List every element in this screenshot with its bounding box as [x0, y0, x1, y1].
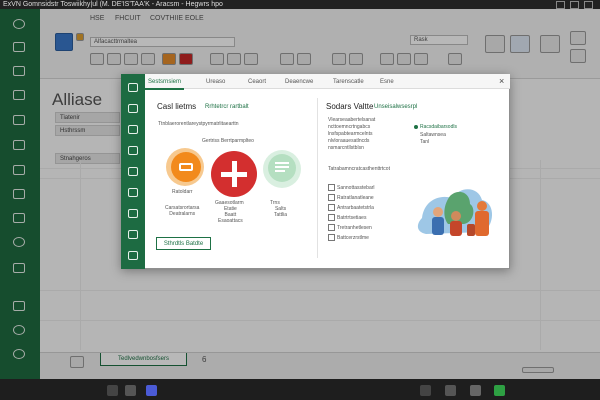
- recent-item[interactable]: Ratratlanatleane: [328, 194, 414, 202]
- minimize-icon[interactable]: [556, 1, 565, 9]
- right-section-heading: Sodars Valtte: [326, 102, 374, 111]
- right-desc-line-2: ncttoemncrtngabcs: [328, 124, 371, 130]
- left-section-link[interactable]: Rrhtetrcr rartbalt: [205, 104, 249, 110]
- template-card-label: Gertriss Berrtparmplteo: [202, 138, 254, 144]
- file-icon: [328, 194, 335, 202]
- dialog-tabs: Sestsrnsiem Ureaso Ceaort Deaencwe Taren…: [145, 74, 510, 90]
- recent-item[interactable]: Sannottasstebarl: [328, 184, 414, 192]
- item-desc-3: Salts Tattlia: [274, 206, 288, 218]
- file-icon: [328, 184, 335, 192]
- promo-line-2: Tanl: [420, 139, 430, 145]
- dialog-home-icon[interactable]: [128, 83, 138, 92]
- dialog-tab-5[interactable]: Tarenscatle: [330, 77, 367, 88]
- dialog-tab-1[interactable]: Sestsrnsiem: [145, 77, 185, 90]
- left-section-heading: Casl lietms: [157, 102, 197, 111]
- taskbar-app-icon[interactable]: [125, 385, 136, 396]
- taskbar-app-icon[interactable]: [494, 385, 505, 396]
- right-section-link[interactable]: Unseisalwsesrpl: [374, 104, 417, 110]
- right-desc-line-4: nlvloraauesatlncds: [328, 138, 370, 144]
- file-icon: [328, 234, 335, 242]
- bullet-icon: [414, 125, 418, 129]
- primary-action-button[interactable]: Sthrdtls Batdte: [156, 237, 211, 250]
- recent-item[interactable]: Antrarbaatetstrla: [328, 204, 414, 212]
- person-icon: [451, 211, 461, 221]
- right-desc-line-5: nsmarcntllstblsn: [328, 145, 364, 151]
- dialog-save-icon[interactable]: [128, 146, 138, 155]
- close-window-icon[interactable]: [584, 1, 593, 9]
- document-edit-icon[interactable]: [171, 152, 201, 182]
- person-icon: [450, 221, 462, 236]
- dialog-export-icon[interactable]: [128, 209, 138, 218]
- dialog-close-icon[interactable]: ×: [499, 76, 504, 86]
- section-divider: [317, 98, 318, 258]
- dialog-tab-4[interactable]: Deaencwe: [282, 77, 316, 88]
- team-illustration: [417, 189, 493, 236]
- dialog-share-icon[interactable]: [128, 188, 138, 197]
- window-title: ExVN Gomnsidstr Toswiikhy|ul (M. DE'IS'T…: [3, 1, 223, 8]
- person-icon: [433, 207, 443, 217]
- dialog-tab-2[interactable]: Ureaso: [203, 77, 228, 88]
- person-icon: [477, 201, 487, 211]
- maximize-icon[interactable]: [570, 1, 579, 9]
- promo-line-1: Saltawnsea: [420, 132, 446, 138]
- recent-item[interactable]: Tretranhetlesen: [328, 224, 414, 232]
- right-desc-line-3: lnsfspabtearmcelnts: [328, 131, 373, 137]
- message-list-icon[interactable]: [268, 154, 296, 182]
- left-section-subtitle: Ttnblaerorentlareystpyrmatrlitaearttn: [158, 121, 239, 127]
- item-title-1: Ratoldarr: [172, 189, 193, 195]
- title-bar: ExVN Gomnsidstr Toswiikhy|ul (M. DE'IS'T…: [0, 0, 600, 9]
- right-desc-line-1: Vlearseaabertelsanat: [328, 117, 376, 123]
- plus-icon[interactable]: [211, 151, 257, 197]
- taskbar-app-icon[interactable]: [420, 385, 431, 396]
- recent-item[interactable]: Batrtrtsetiaes: [328, 214, 414, 222]
- person-icon: [467, 224, 475, 236]
- taskbar: [0, 379, 600, 400]
- file-icon: [328, 214, 335, 222]
- item-desc-2: Etatie Baatt Esaoattacs: [218, 206, 243, 224]
- dialog-tab-6[interactable]: Esne: [377, 77, 397, 88]
- taskbar-app-icon[interactable]: [146, 385, 157, 396]
- dialog-options-icon[interactable]: [128, 251, 138, 260]
- file-icon: [328, 204, 335, 212]
- person-icon: [475, 211, 489, 236]
- promo-title[interactable]: Racsdaibarsodls: [420, 124, 457, 130]
- item-desc-1: Carsatsrortarsa Deatralarns: [165, 205, 200, 217]
- dialog-nav-rail: [121, 74, 145, 269]
- dialog-print-icon[interactable]: [128, 167, 138, 176]
- dialog-new-icon[interactable]: [128, 104, 138, 113]
- dialog-account-icon[interactable]: [128, 230, 138, 239]
- taskbar-app-icon[interactable]: [470, 385, 481, 396]
- dialog-open-icon[interactable]: [128, 125, 138, 134]
- taskbar-app-icon[interactable]: [445, 385, 456, 396]
- file-icon: [328, 224, 335, 232]
- recent-heading: Tatrabamncratcasthenttrtcot: [328, 166, 390, 172]
- person-icon: [432, 217, 444, 235]
- recent-item[interactable]: Battcerzrstlme: [328, 234, 414, 242]
- taskbar-app-icon[interactable]: [107, 385, 118, 396]
- dialog-tab-3[interactable]: Ceaort: [245, 77, 269, 88]
